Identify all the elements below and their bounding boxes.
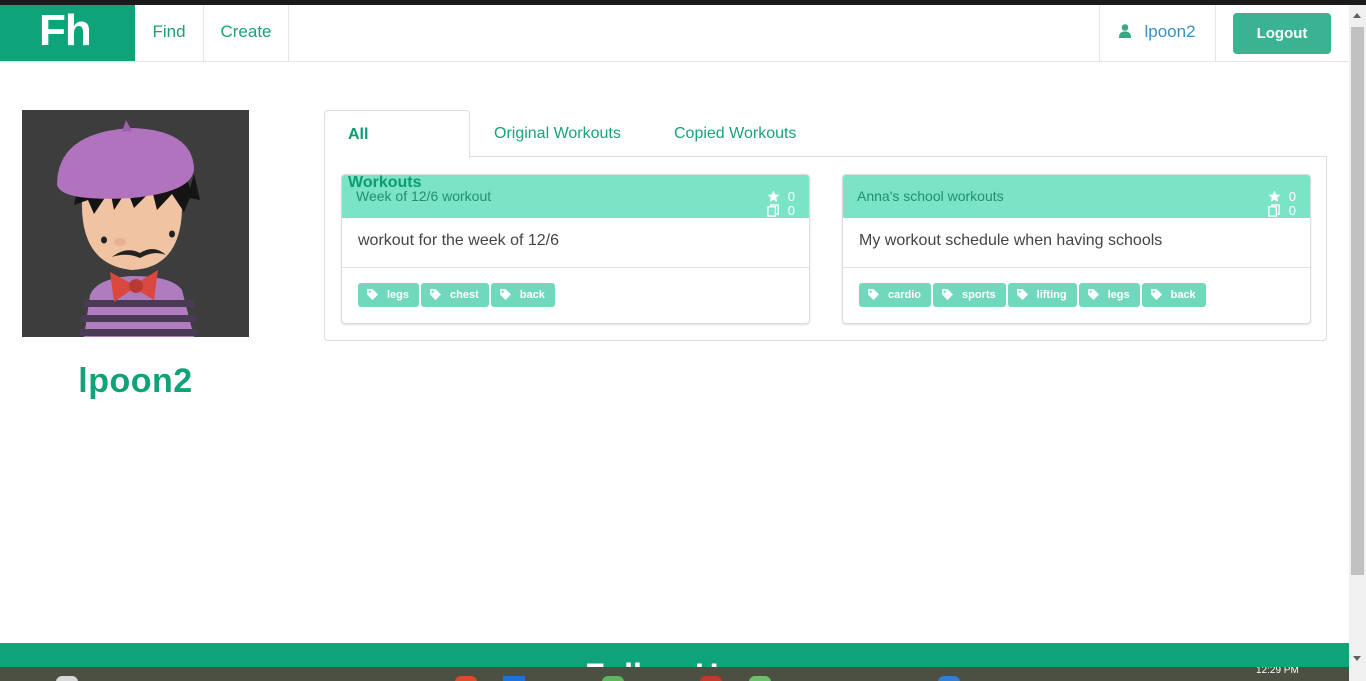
taskbar-app-icon[interactable] [938,676,960,681]
tag-icon [868,288,879,300]
tag-cardio[interactable]: cardio [859,283,932,307]
taskbar-app-icon[interactable] [700,676,722,681]
tag-label: legs [1107,289,1130,301]
taskbar-app-icon[interactable] [455,676,477,681]
taskbar-app-icon[interactable] [602,676,624,681]
start-search-icon[interactable] [56,676,78,681]
tag-sports[interactable]: sports [933,283,1006,307]
card-title[interactable]: Anna's school workouts [857,188,1004,204]
copy-count: 0 [1288,203,1296,218]
copy-icon [1268,204,1280,217]
scroll-thumb[interactable] [1351,27,1364,575]
profile-username: lpoon2 [78,362,193,400]
tag-icon [430,288,442,300]
star-count: 0 [787,189,795,204]
page-scrollbar[interactable] [1349,5,1366,681]
taskbar-app-icon[interactable] [749,676,771,681]
tag-label: chest [450,289,479,301]
star-icon [767,190,780,202]
scroll-up-icon[interactable] [1353,13,1361,18]
tag-chest[interactable]: chest [421,283,489,307]
taskbar-clock[interactable]: 12:29 PM [1256,667,1299,676]
tag-back[interactable]: back [490,283,555,307]
nav-user-link[interactable]: lpoon2 [1099,5,1216,61]
profile-avatar [22,110,249,337]
tag-lifting[interactable]: lifting [1007,283,1077,307]
tag-label: legs [387,289,410,301]
tag-label: cardio [888,289,922,301]
tag-legs[interactable]: legs [358,283,420,307]
tag-label: lifting [1036,289,1067,301]
tag-label: back [519,289,545,301]
tab-all-workouts[interactable]: All Workouts [324,110,470,191]
nav-user-label: lpoon2 [1144,22,1196,41]
workout-card[interactable]: Anna's school workouts 0 0 My workout sc… [842,174,1311,324]
tab-original-workouts[interactable]: Original Workouts [471,110,644,158]
star-count: 0 [1288,189,1296,204]
tag-icon [367,288,378,300]
tag-label: back [1170,289,1196,301]
card-copies: 0 [767,204,795,218]
card-tags: legs chest back [358,283,557,308]
nav-find-link[interactable]: Find [135,5,204,61]
tag-icon [499,288,511,300]
tag-icon [1016,288,1028,300]
user-icon [1119,6,1132,38]
card-description: workout for the week of 12/6 [342,218,809,268]
logout-button[interactable]: Logout [1233,13,1331,54]
tag-icon [1150,288,1162,300]
taskbar-app-icon[interactable] [503,676,525,681]
scroll-down-icon[interactable] [1353,656,1361,661]
brand-logo[interactable]: Fh [0,5,135,61]
card-stars: 0 [1268,190,1296,204]
star-icon [1268,190,1281,202]
os-taskbar: 12:29 PM [0,667,1349,681]
card-description: My workout schedule when having schools [843,218,1310,268]
card-header: Anna's school workouts 0 0 [843,175,1310,218]
tab-copied-workouts[interactable]: Copied Workouts [651,110,819,158]
tag-icon [942,288,954,300]
tag-legs[interactable]: legs [1078,283,1140,307]
card-tags: cardio sports lifting legs back [859,283,1208,308]
card-copies: 0 [1268,204,1296,218]
tag-icon [1087,288,1099,300]
copy-count: 0 [787,203,795,218]
cartoon-avatar-icon [22,110,249,337]
navbar: Fh Find Create lpoon2 Logout [0,5,1349,62]
nav-create-link[interactable]: Create [204,5,289,61]
card-stars: 0 [767,190,795,204]
workout-tabs: All Workouts Original Workouts Copied Wo… [324,110,1327,191]
tag-label: sports [962,289,996,301]
tag-back[interactable]: back [1141,283,1206,307]
copy-icon [767,204,779,217]
